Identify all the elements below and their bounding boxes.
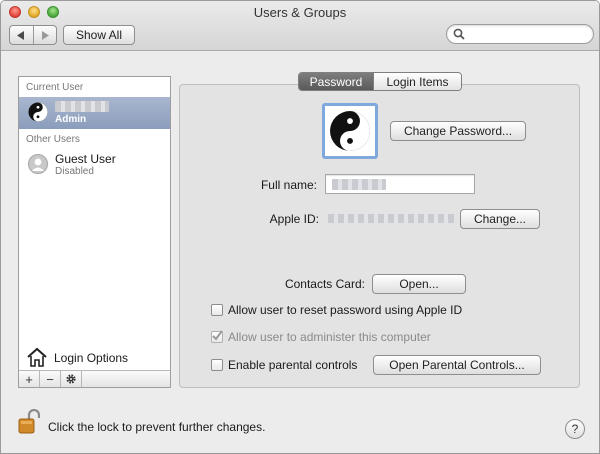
guest-user-name: Guest User — [55, 152, 116, 166]
full-name-field[interactable] — [325, 174, 475, 194]
parental-controls-label: Enable parental controls — [228, 358, 358, 372]
titlebar: Users & Groups Show All — [1, 1, 599, 51]
search-icon — [453, 28, 465, 43]
open-contacts-card-button[interactable]: Open... — [372, 274, 466, 294]
tab-password[interactable]: Password — [299, 73, 373, 90]
user-actions-button[interactable] — [61, 371, 82, 387]
administer-computer-label: Allow user to administer this computer — [228, 330, 431, 344]
search-field[interactable] — [446, 24, 594, 44]
open-parental-controls-button[interactable]: Open Parental Controls... — [373, 355, 541, 375]
back-forward-control — [9, 25, 57, 45]
current-user-name — [55, 101, 109, 112]
full-name-label: Full name: — [260, 178, 317, 192]
house-icon — [26, 347, 48, 370]
tab-login-items[interactable]: Login Items — [373, 73, 461, 90]
yin-yang-icon — [28, 102, 48, 122]
window-title: Users & Groups — [253, 5, 347, 20]
parental-controls-checkbox[interactable] — [211, 359, 223, 371]
reset-password-checkbox[interactable] — [211, 304, 223, 316]
change-apple-id-button[interactable]: Change... — [460, 209, 540, 229]
preferences-window: Users & Groups Show All Current User Adm… — [0, 0, 600, 454]
chevron-right-icon — [41, 30, 49, 40]
current-user-header: Current User — [26, 82, 84, 93]
guest-user-status: Disabled — [55, 166, 94, 177]
yin-yang-icon — [330, 111, 370, 151]
change-password-button[interactable]: Change Password... — [390, 121, 526, 141]
full-name-value — [332, 179, 386, 190]
search-input[interactable] — [467, 27, 587, 41]
help-button[interactable]: ? — [565, 419, 585, 439]
users-sidebar: Current User Admin Other Users Guest Use… — [18, 76, 171, 388]
forward-button[interactable] — [32, 26, 57, 44]
reset-password-label: Allow user to reset password using Apple… — [228, 303, 463, 317]
sidebar-item-guest-user[interactable]: Guest User Disabled — [19, 149, 170, 181]
lock-open-icon — [18, 408, 41, 434]
person-silhouette-icon — [28, 154, 48, 174]
apple-id-label: Apple ID: — [269, 212, 319, 226]
apple-id-value — [328, 214, 454, 223]
chevron-left-icon — [17, 30, 25, 40]
checkmark-icon — [212, 330, 223, 341]
pane-tabs: Password Login Items — [298, 72, 462, 91]
current-user-role: Admin — [55, 114, 87, 125]
login-options-item[interactable]: Login Options — [19, 346, 170, 370]
add-user-button[interactable]: + — [19, 371, 40, 387]
back-button[interactable] — [10, 26, 33, 44]
contacts-card-label: Contacts Card: — [284, 277, 365, 291]
sidebar-toolbar: + − — [19, 370, 170, 387]
sidebar-item-current-user[interactable]: Admin — [19, 97, 170, 129]
administer-computer-checkbox[interactable] — [211, 330, 223, 343]
lock-button[interactable] — [18, 408, 41, 435]
gear-icon — [66, 374, 76, 384]
show-all-button[interactable]: Show All — [63, 25, 135, 45]
remove-user-button[interactable]: − — [40, 371, 61, 387]
lock-status-text: Click the lock to prevent further change… — [48, 420, 266, 434]
user-picture-button[interactable] — [322, 103, 378, 159]
other-users-header: Other Users — [26, 134, 80, 145]
login-options-label: Login Options — [54, 351, 129, 365]
